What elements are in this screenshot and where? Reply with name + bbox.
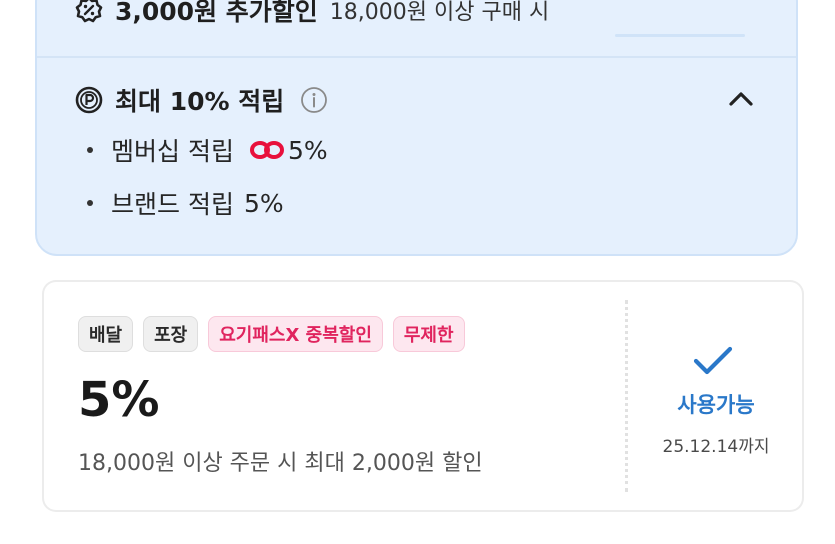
benefit-panel: 3,000원 추가할인 18,000원 이상 구매 시 최대 10% 적립 멤버… — [35, 0, 798, 256]
extra-discount-row: 3,000원 추가할인 18,000원 이상 구매 시 — [75, 0, 549, 30]
points-title: 최대 10% 적립 — [115, 87, 285, 116]
tag-yogipass-stack: 요기패스X 중복할인 — [208, 316, 383, 352]
coupon-expiry: 25.12.14까지 — [662, 437, 770, 457]
info-icon[interactable] — [300, 86, 328, 114]
membership-points-value: 5% — [287, 135, 328, 165]
bullet-dot — [87, 200, 93, 206]
coupon-tags: 배달 포장 요기패스X 중복할인 무제한 — [78, 316, 465, 352]
divider — [37, 56, 796, 58]
membership-logo-icon — [249, 141, 284, 159]
list-item: 브랜드 적립 5% — [87, 185, 284, 221]
point-coin-icon — [75, 86, 103, 114]
coupon-discount-percent: 5% — [78, 372, 160, 428]
brand-points-value: 5% — [243, 188, 284, 218]
percent-badge-icon — [75, 0, 103, 23]
tag-pickup: 포장 — [143, 316, 199, 352]
bullet-dot — [87, 147, 93, 153]
membership-points-label: 멤버십 적립 — [111, 137, 234, 166]
chevron-up-icon[interactable] — [726, 86, 756, 112]
points-row[interactable]: 최대 10% 적립 — [75, 80, 328, 120]
tag-delivery: 배달 — [78, 316, 134, 352]
check-icon — [693, 346, 733, 375]
coupon-status-label[interactable]: 사용가능 — [628, 389, 804, 419]
extra-discount-condition: 18,000원 이상 구매 시 — [329, 0, 550, 25]
underline-decoration — [615, 34, 745, 37]
tag-unlimited: 무제한 — [392, 316, 465, 352]
brand-points-label: 브랜드 적립 — [111, 190, 234, 219]
coupon-description: 18,000원 이상 주문 시 최대 2,000원 할인 — [78, 451, 483, 476]
list-item: 멤버십 적립 5% — [87, 132, 328, 168]
extra-discount-title: 3,000원 추가할인 — [115, 0, 318, 26]
